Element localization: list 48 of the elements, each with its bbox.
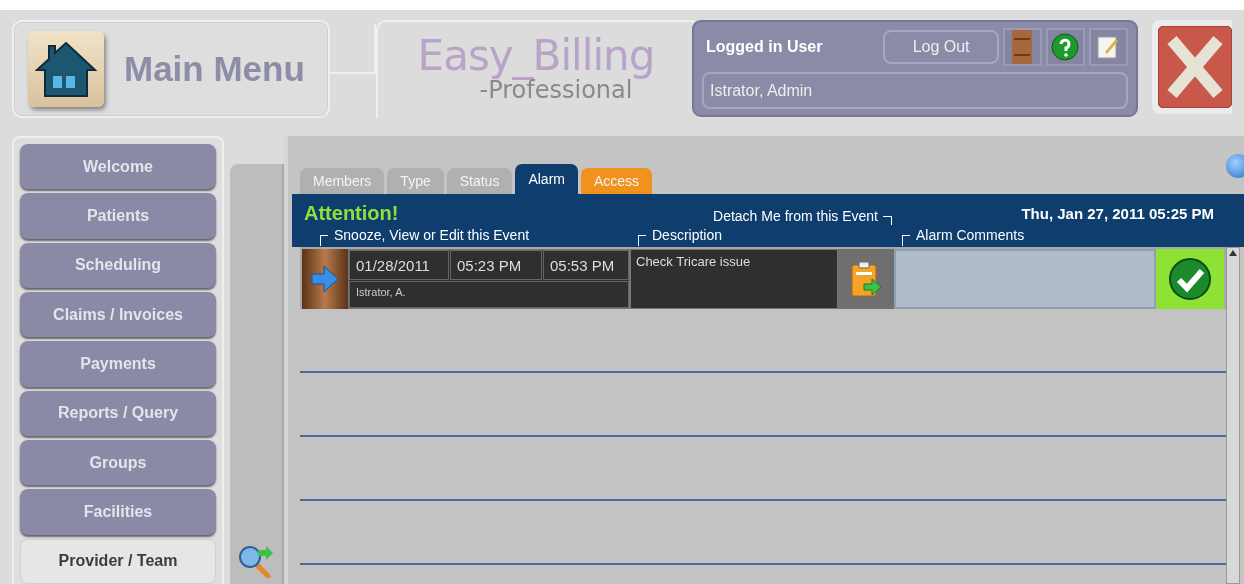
main-menu-title: Main Menu bbox=[124, 49, 305, 89]
event-description: Check Tricare issue bbox=[630, 249, 838, 309]
attention-title: Attention! bbox=[303, 202, 400, 225]
snooze-button[interactable] bbox=[302, 249, 348, 309]
clipboard-icon bbox=[850, 260, 882, 298]
help-button[interactable] bbox=[1045, 28, 1085, 66]
sidebar-item[interactable]: Facilities bbox=[20, 489, 217, 535]
tab[interactable]: Status bbox=[446, 168, 513, 194]
close-button[interactable] bbox=[1152, 20, 1232, 114]
sidebar-item[interactable]: Patients bbox=[20, 193, 217, 239]
sidebar-item[interactable]: Claims / Invoices bbox=[20, 292, 217, 338]
check-icon bbox=[1168, 257, 1212, 301]
tab[interactable]: Alarm bbox=[515, 164, 578, 194]
detach-button[interactable] bbox=[838, 249, 894, 309]
arrow-icon bbox=[310, 264, 340, 294]
logo-title: Easy_Billing bbox=[417, 30, 655, 80]
house-icon bbox=[35, 40, 97, 98]
close-icon bbox=[1158, 26, 1232, 108]
column-label: Snooze, View or Edit this Event bbox=[320, 227, 626, 243]
comments-field[interactable] bbox=[894, 249, 1156, 309]
event-owner: Istrator, A. bbox=[349, 281, 629, 308]
sidebar-item[interactable]: Groups bbox=[20, 439, 217, 486]
tab[interactable]: Access bbox=[581, 168, 653, 194]
sidebar-item[interactable]: Scheduling bbox=[20, 242, 217, 288]
tab[interactable]: Type bbox=[387, 168, 444, 194]
logout-button[interactable]: Log Out bbox=[883, 30, 999, 64]
sidebar-item[interactable]: Reports / Query bbox=[20, 390, 217, 436]
detach-label: Detach Me from this Event bbox=[713, 208, 892, 225]
scroll-up-icon[interactable] bbox=[1229, 250, 1237, 256]
user-label: Logged in User bbox=[705, 38, 824, 56]
event-end-time: 05:53 PM bbox=[543, 250, 629, 280]
door-button[interactable] bbox=[1002, 28, 1042, 66]
column-label: Alarm Comments bbox=[902, 227, 1220, 243]
sidebar-item[interactable]: Payments bbox=[20, 341, 217, 387]
event-date: 01/28/2011 bbox=[349, 250, 449, 280]
door-icon bbox=[1012, 30, 1033, 64]
notepad-icon bbox=[1097, 35, 1120, 59]
user-name: Istrator, Admin bbox=[702, 72, 1128, 109]
sidebar-item[interactable]: Provider / Team bbox=[20, 538, 217, 584]
tab[interactable]: Members bbox=[300, 168, 385, 194]
acknowledge-button[interactable] bbox=[1156, 249, 1224, 309]
sidebar-item[interactable]: Welcome bbox=[20, 144, 217, 190]
current-datetime: Thu, Jan 27, 2011 05:25 PM bbox=[1021, 205, 1214, 224]
home-button[interactable] bbox=[28, 31, 104, 107]
event-start-time: 05:23 PM bbox=[450, 250, 542, 280]
search-icon[interactable] bbox=[238, 544, 274, 578]
column-label: Description bbox=[638, 227, 834, 243]
notes-button[interactable] bbox=[1088, 28, 1128, 66]
